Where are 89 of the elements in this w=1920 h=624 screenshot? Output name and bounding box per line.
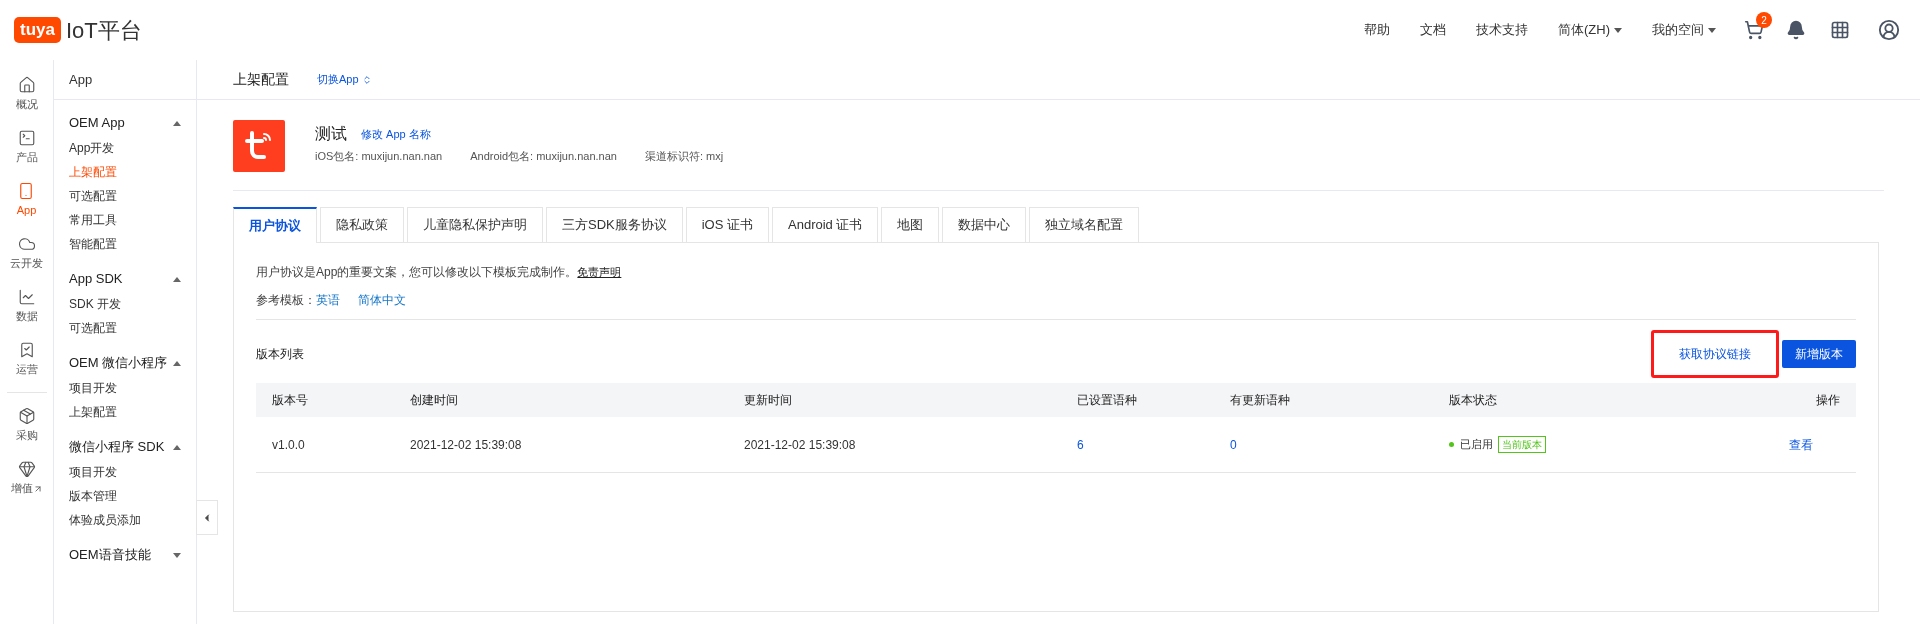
new-version-button[interactable]: 新增版本	[1782, 340, 1856, 368]
template-link[interactable]: 简体中文	[358, 291, 406, 309]
caret-icon	[1708, 27, 1716, 33]
rename-app-link[interactable]: 修改 App 名称	[361, 125, 431, 143]
collapse-button[interactable]	[196, 500, 218, 535]
tab[interactable]: 独立域名配置	[1029, 207, 1140, 243]
tab[interactable]: iOS 证书	[685, 207, 770, 243]
header-link[interactable]: 文档	[1420, 20, 1446, 40]
tab[interactable]: Android 证书	[772, 207, 879, 243]
notification-icon[interactable]	[1786, 20, 1806, 40]
column-header: 已设置语种	[1077, 392, 1138, 409]
cart-badge: 2	[1756, 12, 1772, 28]
sidebar-item[interactable]: App开发	[54, 136, 196, 160]
apps-grid-icon[interactable]	[1830, 20, 1850, 40]
header-link[interactable]: 技术支持	[1476, 20, 1528, 40]
external-link-icon	[32, 483, 43, 494]
version-list-title: 版本列表	[256, 346, 304, 363]
status-text: 已启用	[1460, 437, 1493, 453]
caret-icon	[1614, 27, 1622, 33]
page-title: 上架配置	[233, 70, 289, 89]
sidebar-item[interactable]: 体验成员添加	[54, 508, 196, 532]
languages-updated-link[interactable]: 0	[1230, 437, 1237, 452]
sidebar-title: App	[54, 60, 196, 100]
diamond-icon	[17, 460, 36, 479]
get-link-button[interactable]: 获取协议链接	[1651, 330, 1779, 378]
terminal-icon	[17, 129, 36, 148]
template-link[interactable]: 英语	[316, 291, 340, 309]
intro-text: 用户协议是App的重要文案，您可以修改以下模板完成制作。免责声明	[256, 264, 623, 281]
switch-app-link[interactable]: 切换App	[317, 71, 372, 88]
current-version-tag: 当前版本	[1498, 436, 1546, 453]
rail-item[interactable]: 采购	[15, 399, 38, 452]
tab[interactable]: 三方SDK服务协议	[546, 207, 683, 243]
table-cell: v1.0.0	[272, 437, 305, 452]
platform-title: IoT平台	[65, 16, 142, 45]
sidebar-group[interactable]: App SDK	[54, 266, 196, 292]
app-meta: 渠道标识符: mxj	[644, 149, 724, 164]
tab[interactable]: 地图	[881, 207, 940, 243]
column-header: 操作	[1815, 392, 1840, 409]
sidebar-group[interactable]: OEM语音技能	[54, 542, 196, 568]
chart-icon	[17, 288, 36, 307]
sidebar-item[interactable]: 上架配置	[54, 160, 196, 184]
rail-item[interactable]: 数据	[15, 280, 38, 333]
tab[interactable]: 儿童隐私保护声明	[407, 207, 543, 243]
rail-item[interactable]: 运营	[15, 333, 38, 386]
rail-item[interactable]: 云开发	[10, 227, 43, 280]
languages-set-link[interactable]: 6	[1077, 437, 1084, 452]
app-meta: Android包名: muxijun.nan.nan	[470, 149, 617, 164]
column-header: 有更新语种	[1230, 392, 1291, 409]
sidebar-item[interactable]: 项目开发	[54, 460, 196, 484]
tab[interactable]: 隐私政策	[320, 207, 404, 243]
view-link[interactable]: 查看	[1789, 437, 1813, 452]
sidebar-item[interactable]: 常用工具	[54, 208, 196, 232]
sidebar-item[interactable]: SDK 开发	[54, 292, 196, 316]
box-icon	[17, 407, 36, 426]
caret-icon	[173, 276, 181, 282]
sort-icon	[361, 74, 372, 85]
sidebar-group[interactable]: 微信小程序 SDK	[54, 434, 196, 460]
caret-icon	[173, 120, 181, 126]
tab[interactable]: 用户协议	[233, 207, 317, 243]
column-header: 创建时间	[410, 392, 459, 409]
rail-item[interactable]: 概况	[15, 68, 38, 121]
table-cell: 2021-12-02 15:39:08	[744, 437, 856, 452]
column-header: 版本状态	[1449, 392, 1498, 409]
header-link[interactable]: 我的空间	[1652, 20, 1716, 40]
sidebar-item[interactable]: 可选配置	[54, 184, 196, 208]
caret-icon	[173, 552, 181, 558]
header-link[interactable]: 简体(ZH)	[1558, 20, 1622, 40]
column-header: 更新时间	[744, 392, 793, 409]
rail-item[interactable]: 增值	[10, 452, 43, 505]
sidebar-item[interactable]: 智能配置	[54, 232, 196, 256]
app-name: 测试	[315, 124, 347, 144]
sidebar-item[interactable]: 项目开发	[54, 376, 196, 400]
column-header: 版本号	[272, 392, 309, 409]
rail-item[interactable]: 产品	[15, 121, 38, 174]
sidebar-item[interactable]: 可选配置	[54, 316, 196, 340]
header-link[interactable]: 帮助	[1364, 20, 1390, 40]
app-meta: iOS包名: muxijun.nan.nan	[315, 149, 443, 164]
sidebar-group[interactable]: OEM App	[54, 110, 196, 136]
sidebar-item[interactable]: 上架配置	[54, 400, 196, 424]
sidebar-group[interactable]: OEM 微信小程序	[54, 350, 196, 376]
sidebar-item[interactable]: 版本管理	[54, 484, 196, 508]
template-label: 参考模板：	[256, 292, 316, 309]
home-icon	[17, 76, 36, 95]
caret-icon	[173, 360, 181, 366]
caret-icon	[173, 444, 181, 450]
disclaimer-link[interactable]: 免责声明	[577, 266, 622, 278]
tab[interactable]: 数据中心	[942, 207, 1027, 243]
user-avatar-icon[interactable]	[1878, 19, 1900, 41]
table-cell: 2021-12-02 15:39:08	[410, 437, 522, 452]
